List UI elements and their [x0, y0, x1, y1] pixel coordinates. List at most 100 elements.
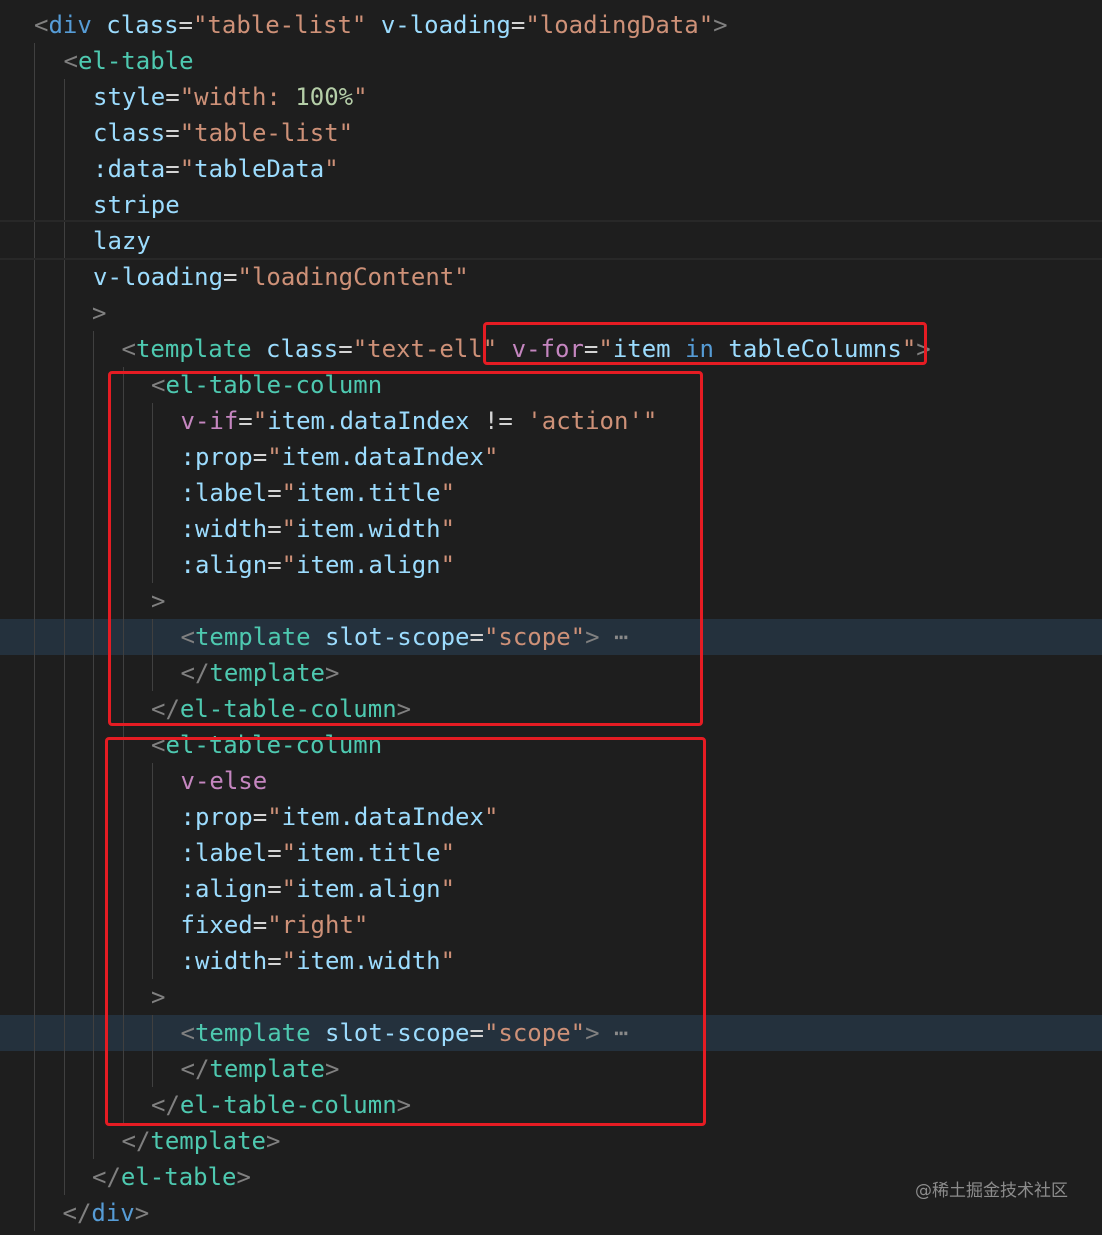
code-token: :data: [93, 155, 166, 183]
indent-guide: [93, 511, 94, 547]
code-line[interactable]: v-loading="loadingContent": [0, 259, 1102, 295]
indent-guide: [34, 979, 35, 1015]
code-token: div: [91, 1199, 135, 1227]
indent-guide: [63, 763, 65, 799]
indent-guide: [34, 835, 35, 871]
indent-guide: [93, 691, 94, 727]
indent-guide: [34, 943, 35, 979]
code-token: el-table: [120, 1163, 237, 1191]
indent-guide: [93, 331, 94, 367]
code-line[interactable]: stripe: [0, 187, 1102, 223]
code-line[interactable]: :data="tableData": [0, 151, 1102, 187]
code-token: >: [266, 1127, 281, 1155]
indent-guide: [34, 1159, 35, 1195]
code-token: el-table: [77, 47, 194, 75]
code-token: >: [713, 11, 728, 39]
code-token: "loadingContent": [237, 263, 469, 291]
code-line[interactable]: <div class="table-list" v-loading="loadi…: [0, 7, 1102, 43]
code-token: =: [165, 155, 180, 183]
indent-guide: [93, 907, 94, 943]
indent-guide: [34, 403, 35, 439]
indent-guide: [34, 799, 35, 835]
line-separator: [0, 220, 1102, 222]
code-token: lazy: [93, 227, 151, 255]
indent-guide: [63, 943, 65, 979]
indent-guide: [93, 799, 94, 835]
indent-guide: [93, 583, 94, 619]
code-token: div: [48, 11, 92, 39]
code-line[interactable]: </template>: [0, 1123, 1102, 1159]
code-editor[interactable]: <div class="table-list" v-loading="loadi…: [0, 0, 1102, 1235]
indent-guide: [34, 367, 35, 403]
indent-guide: [63, 619, 65, 655]
highlight-box-column-if: [108, 371, 703, 726]
code-token: class: [266, 335, 339, 363]
indent-guide: [34, 223, 35, 259]
code-token: >: [92, 299, 107, 327]
code-text: <el-table: [64, 43, 194, 79]
code-token: v-loading: [93, 263, 224, 291]
indent-guide: [34, 79, 35, 115]
code-line[interactable]: lazy: [0, 223, 1102, 259]
indent-guide: [93, 979, 94, 1015]
code-token: "table-list": [179, 119, 354, 147]
indent-guide: [63, 439, 65, 475]
indent-guide: [63, 583, 65, 619]
indent-guide: [63, 367, 65, 403]
code-text: </template>: [122, 1123, 281, 1159]
code-token: template: [135, 335, 252, 363]
code-text: stripe: [93, 187, 180, 223]
code-token: ": [324, 155, 339, 183]
highlight-box-column-else: [105, 737, 706, 1126]
code-token: =: [165, 83, 180, 111]
indent-guide: [63, 223, 65, 259]
code-text: >: [92, 295, 106, 331]
indent-guide: [93, 1015, 94, 1051]
indent-guide: [93, 619, 94, 655]
indent-guide: [34, 511, 35, 547]
indent-guide: [34, 691, 35, 727]
indent-guide: [63, 799, 65, 835]
code-text: </el-table>: [92, 1159, 251, 1195]
indent-guide: [63, 655, 65, 691]
indent-guide: [63, 835, 65, 871]
indent-guide: [93, 835, 94, 871]
indent-guide: [34, 1195, 35, 1231]
line-separator: [0, 258, 1102, 260]
code-token: =: [165, 119, 180, 147]
indent-guide: [93, 871, 94, 907]
code-token: =: [223, 263, 238, 291]
indent-guide: [63, 547, 65, 583]
indent-guide: [34, 43, 35, 79]
code-token: class: [106, 11, 179, 39]
code-line[interactable]: style="width: 100%": [0, 79, 1102, 115]
indent-guide: [63, 1051, 65, 1087]
code-text: class="table-list": [93, 115, 353, 151]
indent-guide: [93, 547, 94, 583]
code-line[interactable]: class="table-list": [0, 115, 1102, 151]
highlight-box-v-for: [483, 322, 927, 365]
code-token: </: [62, 1199, 92, 1227]
code-token: tableData: [194, 155, 325, 183]
indent-guide: [34, 871, 35, 907]
code-token: <: [34, 11, 49, 39]
code-text: style="width: 100%": [93, 79, 368, 115]
code-token: =: [338, 335, 353, 363]
code-token: stripe: [93, 191, 180, 219]
indent-guide: [63, 151, 65, 187]
code-token: =: [178, 11, 193, 39]
code-line[interactable]: <el-table: [0, 43, 1102, 79]
code-token: <: [121, 335, 136, 363]
code-text: <div class="table-list" v-loading="loadi…: [34, 7, 728, 43]
indent-guide: [63, 1123, 65, 1159]
code-token: "text-ell": [352, 335, 498, 363]
code-text: :data="tableData": [93, 151, 339, 187]
code-token: class: [93, 119, 166, 147]
code-token: </: [92, 1163, 121, 1191]
indent-guide: [63, 187, 65, 223]
indent-guide: [63, 979, 65, 1015]
indent-guide: [93, 439, 94, 475]
indent-guide: [63, 259, 65, 295]
indent-guide: [63, 295, 65, 331]
